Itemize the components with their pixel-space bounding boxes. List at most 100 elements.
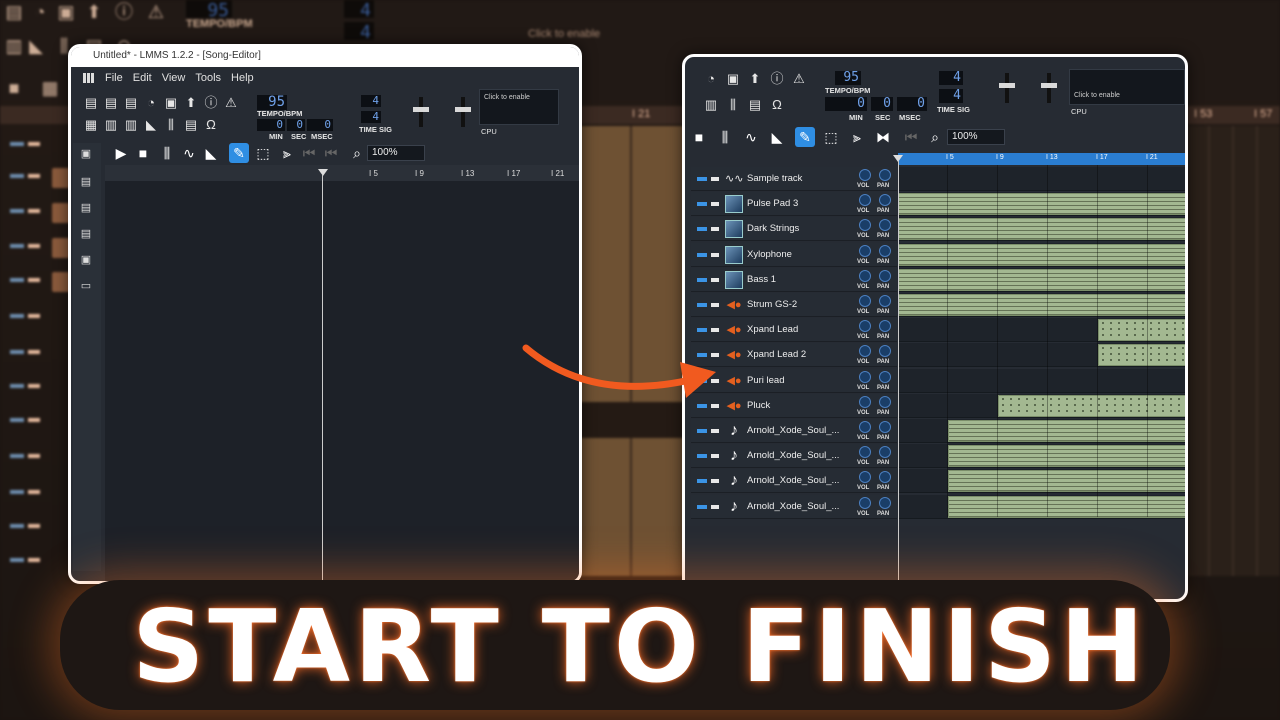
edit-mode-select-icon[interactable]: ⬚ (821, 127, 841, 147)
pan-knob[interactable] (879, 471, 891, 484)
draw-mode-pencil-icon[interactable]: ✎ (795, 127, 815, 147)
track-name[interactable]: Strum GS-2 (747, 299, 797, 310)
cpu-graph[interactable]: Click to enable (1069, 69, 1185, 105)
info-icon[interactable]: ⓘ (203, 95, 219, 111)
track-row[interactable]: ♪ Arnold_Xode_Soul_... VOL PAN (691, 494, 897, 519)
open-project-icon[interactable]: ▤ (123, 95, 139, 111)
auto-scroll-icon[interactable]: ⫸ (277, 143, 297, 163)
mute-toggle[interactable] (697, 177, 707, 181)
auto-scroll-icon[interactable]: ⫸ (847, 127, 867, 147)
side-presets-icon[interactable]: ▤ (79, 227, 93, 241)
track-row[interactable]: ♪ Arnold_Xode_Soul_... VOL PAN (691, 419, 897, 443)
pan-knob[interactable] (879, 194, 891, 207)
tempo-lcd[interactable]: 95 (835, 71, 861, 85)
add-instrument-track-icon[interactable]: ⫼ (157, 143, 177, 163)
track-row[interactable]: Dark Strings VOL PAN (691, 217, 897, 242)
cpu-graph[interactable]: Click to enable (479, 89, 559, 125)
mute-toggle[interactable] (697, 429, 707, 433)
master-pitch-slider[interactable] (1041, 73, 1057, 103)
timesig-numerator-lcd[interactable]: 4 (939, 71, 963, 85)
track-row[interactable]: Pulse Pad 3 VOL PAN (691, 192, 897, 217)
mute-toggle[interactable] (697, 227, 707, 232)
automation-editor-icon[interactable]: ◣ (143, 117, 159, 133)
volume-knob[interactable] (859, 320, 871, 333)
stop-behaviour-icon[interactable]: ⏮ (901, 127, 921, 147)
track-row[interactable]: ∿∿ Sample track VOL PAN (691, 167, 897, 191)
controller-rack-icon[interactable]: Ω (769, 97, 785, 113)
track-name[interactable]: Xpand Lead 2 (747, 349, 806, 360)
volume-knob[interactable] (859, 244, 871, 257)
menu-view[interactable]: View (162, 72, 186, 84)
play-button[interactable]: ▶ (111, 143, 131, 163)
master-volume-slider[interactable] (999, 73, 1015, 103)
track-name[interactable]: Arnold_Xode_Soul_... (747, 475, 839, 486)
mute-toggle[interactable] (697, 479, 707, 484)
piano-roll-icon[interactable]: ▥ (103, 117, 119, 133)
mute-toggle[interactable] (697, 252, 707, 257)
beat-bassline-icon[interactable]: ▦ (83, 117, 99, 133)
track-row[interactable]: ♪ Arnold_Xode_Soul_... VOL PAN (691, 469, 897, 494)
volume-knob[interactable] (859, 370, 871, 383)
add-sample-track-icon[interactable]: ∿ (741, 127, 761, 147)
timesig-numerator-lcd[interactable]: 4 (361, 95, 381, 107)
recent-projects-icon[interactable]: ◔ (143, 95, 159, 111)
add-instrument-track-icon[interactable]: ⫼ (715, 127, 735, 147)
volume-knob[interactable] (859, 169, 871, 181)
master-volume-slider[interactable] (413, 97, 429, 127)
side-samples-icon[interactable]: ▤ (79, 201, 93, 215)
solo-toggle[interactable] (711, 454, 719, 459)
draw-mode-pencil-icon[interactable]: ✎ (229, 143, 249, 163)
track-row[interactable]: ◀● Pluck VOL PAN (691, 393, 897, 418)
timeline-ruler[interactable]: I 5 I 9 I 13 I 17 I 21 (105, 165, 579, 181)
volume-knob[interactable] (859, 395, 871, 408)
volume-knob[interactable] (859, 446, 871, 459)
song-editor-area[interactable] (105, 181, 579, 581)
mute-toggle[interactable] (697, 303, 707, 307)
track-name[interactable]: Puri lead (747, 375, 785, 386)
side-instrument-plugins-icon[interactable]: ▣ (79, 147, 93, 161)
metronome-icon[interactable]: ⚠ (791, 71, 807, 87)
solo-toggle[interactable] (711, 479, 719, 484)
project-notes-icon[interactable]: ▤ (747, 97, 763, 113)
mute-toggle[interactable] (697, 277, 707, 282)
menu-help[interactable]: Help (231, 72, 254, 84)
stop-button[interactable]: ■ (689, 127, 709, 147)
track-row[interactable]: Bass 1 VOL PAN (691, 267, 897, 292)
song-editor-icon[interactable]: ▥ (703, 97, 719, 113)
mute-toggle[interactable] (697, 454, 707, 459)
track-name[interactable]: Sample track (747, 173, 802, 184)
menu-file[interactable]: File (105, 72, 123, 84)
project-notes-icon[interactable]: ▤ (183, 117, 199, 133)
solo-toggle[interactable] (711, 227, 719, 232)
menu-tools[interactable]: Tools (195, 72, 221, 84)
solo-toggle[interactable] (711, 328, 719, 333)
track-name[interactable]: Pulse Pad 3 (747, 198, 798, 209)
pan-knob[interactable] (879, 295, 891, 307)
export-icon[interactable]: ⬆ (183, 95, 199, 111)
solo-toggle[interactable] (711, 504, 719, 509)
playhead-marker[interactable] (318, 169, 328, 176)
volume-knob[interactable] (859, 496, 871, 509)
mixer-icon[interactable]: ⫼ (725, 97, 741, 113)
save-project-icon[interactable]: ▣ (725, 71, 741, 87)
pan-knob[interactable] (879, 345, 891, 358)
stop-behaviour-icon[interactable]: ⏮ (321, 143, 341, 163)
pan-knob[interactable] (879, 320, 891, 333)
volume-knob[interactable] (859, 295, 871, 307)
volume-knob[interactable] (859, 219, 871, 232)
volume-knob[interactable] (859, 194, 871, 207)
pan-knob[interactable] (879, 269, 891, 282)
solo-toggle[interactable] (711, 303, 719, 307)
track-row[interactable]: ◀● Xpand Lead 2 VOL PAN (691, 343, 897, 368)
side-projects-icon[interactable]: ▤ (79, 175, 93, 189)
info-icon[interactable]: ⓘ (769, 71, 785, 87)
timesig-denominator-lcd[interactable]: 4 (939, 89, 963, 103)
volume-knob[interactable] (859, 345, 871, 358)
pan-knob[interactable] (879, 219, 891, 232)
pan-knob[interactable] (879, 421, 891, 433)
pan-knob[interactable] (879, 370, 891, 383)
solo-toggle[interactable] (711, 277, 719, 282)
pan-knob[interactable] (879, 169, 891, 181)
track-row[interactable]: Xylophone VOL PAN (691, 242, 897, 267)
solo-toggle[interactable] (711, 177, 719, 181)
